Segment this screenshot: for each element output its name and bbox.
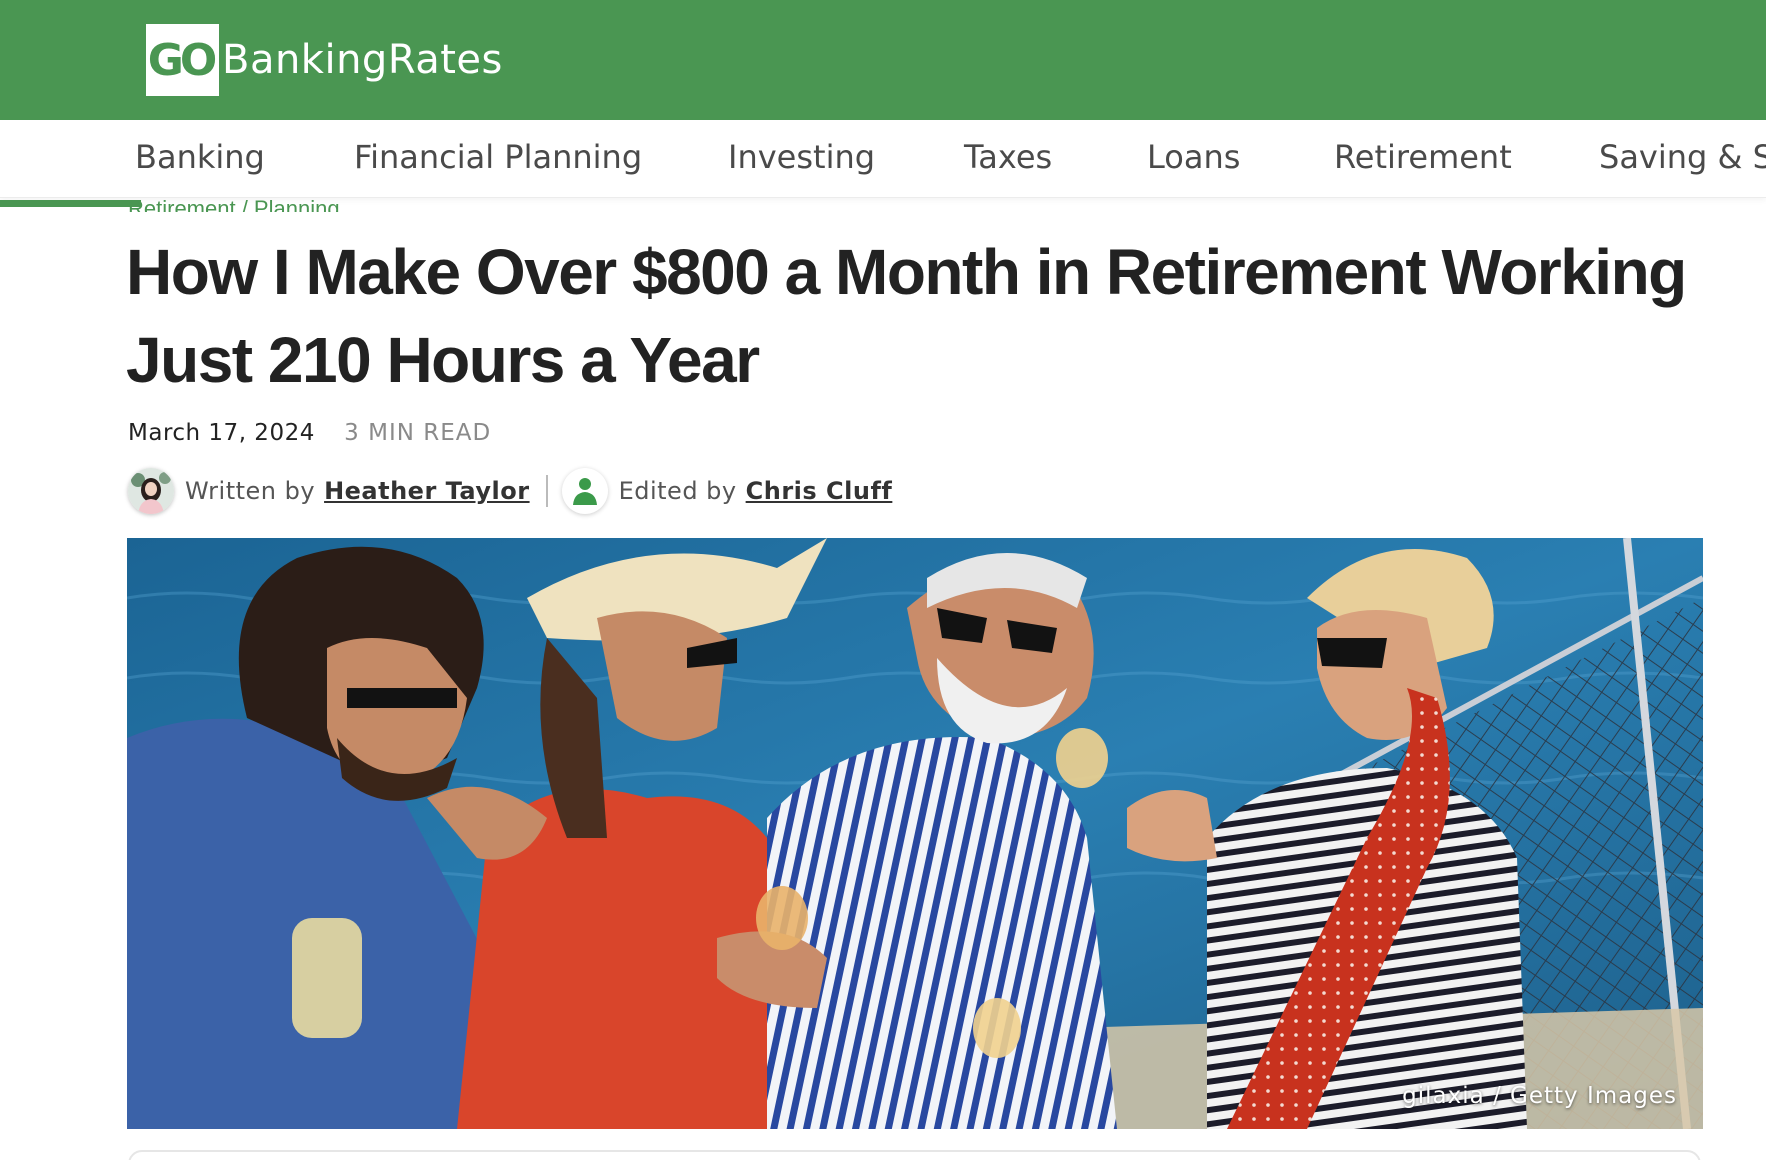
logo-text: BankingRates [222, 37, 503, 83]
person-icon [572, 478, 597, 505]
article-title: How I Make Over $800 a Month in Retireme… [126, 236, 1687, 396]
read-time: 3 MIN READ [344, 420, 492, 446]
reading-progress-fill [0, 200, 142, 207]
nav-item-investing[interactable]: Investing [728, 138, 875, 176]
logo-mark: GO [146, 24, 219, 96]
author-avatar[interactable] [128, 468, 174, 514]
nav-item-financial-planning[interactable]: Financial Planning [354, 138, 642, 176]
breadcrumb[interactable]: Retirement / Planning [128, 196, 340, 212]
nav-item-taxes[interactable]: Taxes [964, 138, 1052, 176]
article-meta: March 17, 2024 3 MIN READ [128, 420, 491, 446]
hero-image: gilaxia / Getty Images [127, 538, 1703, 1129]
site-header: GO BankingRates [0, 0, 1766, 120]
image-credit: gilaxia / Getty Images [1402, 1083, 1677, 1109]
editor-link[interactable]: Chris Cluff [746, 477, 893, 505]
breadcrumb-text[interactable]: Retirement / Planning [128, 196, 340, 212]
byline: Written by Heather Taylor Edited by Chri… [128, 466, 892, 516]
publish-date: March 17, 2024 [128, 420, 315, 446]
byline-divider [545, 475, 548, 507]
editor-avatar[interactable] [561, 468, 608, 514]
nav-item-banking[interactable]: Banking [135, 138, 265, 176]
gobankingrates-logo[interactable]: GO BankingRates [146, 24, 503, 96]
nav-item-saving[interactable]: Saving & S [1599, 138, 1766, 176]
nav-item-loans[interactable]: Loans [1147, 138, 1240, 176]
content-card-edge [128, 1150, 1701, 1160]
edited-by-label: Edited by [618, 477, 737, 505]
main-nav: Banking Financial Planning Investing Tax… [0, 120, 1766, 198]
author-link[interactable]: Heather Taylor [324, 477, 530, 505]
nav-item-retirement[interactable]: Retirement [1334, 138, 1512, 176]
written-by-label: Written by [185, 477, 316, 505]
